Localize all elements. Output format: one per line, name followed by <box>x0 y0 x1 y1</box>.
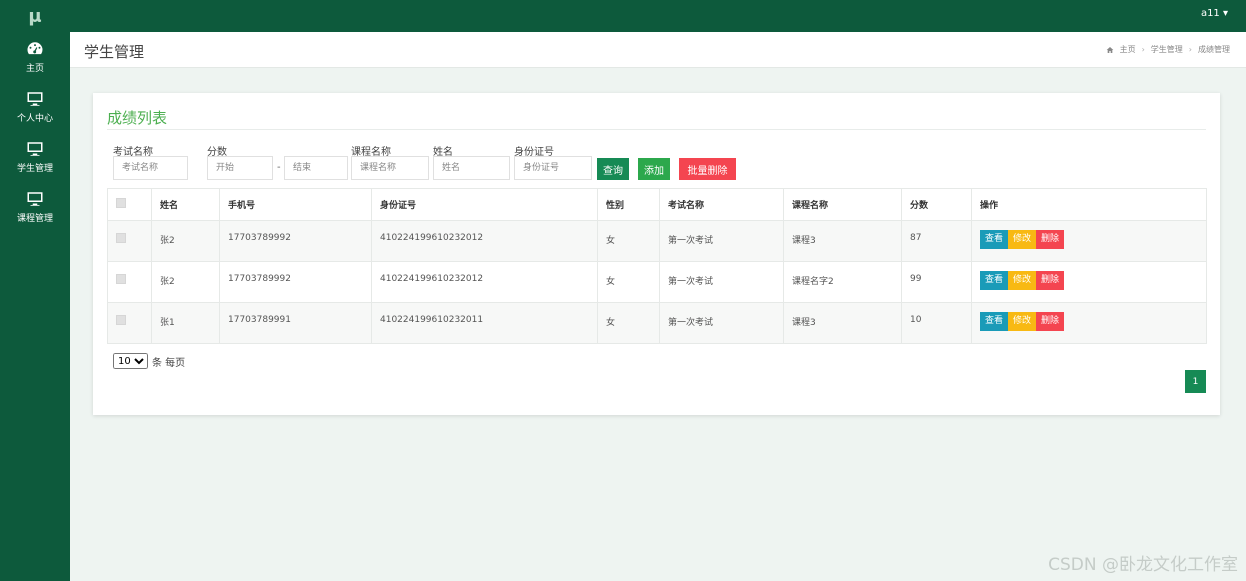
sidebar-item-courses[interactable]: 课程管理 <box>0 182 70 232</box>
id-card-cell: 410224199610232012 <box>371 261 598 303</box>
monitor-icon <box>27 92 43 106</box>
id-card-cell: 410224199610232012 <box>371 220 598 262</box>
monitor-icon <box>27 142 43 156</box>
row-checkbox[interactable] <box>116 274 126 284</box>
edit-button[interactable]: 修改 <box>1008 230 1037 249</box>
gender-cell: 女 <box>597 261 660 303</box>
view-button[interactable]: 查看 <box>980 230 1009 249</box>
score-cell: 99 <box>901 261 972 303</box>
table-row: 张2 17703789992 410224199610232012 女 第一次考… <box>107 261 1207 303</box>
page-size-suffix: 条 每页 <box>152 357 186 369</box>
id-card-input[interactable] <box>514 156 592 180</box>
sidebar-item-label: 课程管理 <box>16 214 53 224</box>
actions-cell: 查看 修改 删除 <box>971 302 1207 344</box>
phone-cell: 17703789992 <box>219 261 372 303</box>
sidebar-item-profile[interactable]: 个人中心 <box>0 82 70 132</box>
sidebar-item-label: 学生管理 <box>16 164 53 174</box>
dashboard-icon <box>27 42 43 55</box>
name-cell: 张1 <box>151 302 220 344</box>
sidebar-item-students[interactable]: 学生管理 <box>0 132 70 182</box>
select-all-cell <box>107 188 152 221</box>
row-select-cell <box>107 220 152 262</box>
column-header: 操作 <box>971 188 1207 221</box>
delete-button[interactable]: 删除 <box>1036 230 1065 249</box>
actions-cell: 查看 修改 删除 <box>971 261 1207 303</box>
gender-cell: 女 <box>597 220 660 262</box>
phone-cell: 17703789992 <box>219 220 372 262</box>
row-select-cell <box>107 302 152 344</box>
column-header: 课程名称 <box>783 188 902 221</box>
sidebar: μ 主页 个人中心 学生管理 课程管理 <box>0 0 70 581</box>
score-start-input[interactable] <box>207 156 273 180</box>
page-size-select[interactable]: 10 <box>113 353 148 369</box>
score-range-dash: - <box>277 162 281 173</box>
edit-button[interactable]: 修改 <box>1008 271 1037 290</box>
select-all-checkbox[interactable] <box>116 198 126 208</box>
breadcrumb-students[interactable]: 学生管理 <box>1151 44 1183 55</box>
exam-name-input[interactable] <box>113 156 188 180</box>
table-row: 张2 17703789992 410224199610232012 女 第一次考… <box>107 220 1207 262</box>
name-cell: 张2 <box>151 220 220 262</box>
exam-cell: 第一次考试 <box>659 261 784 303</box>
phone-cell: 17703789991 <box>219 302 372 344</box>
table-header-row: 姓名 手机号 身份证号 性别 考试名称 课程名称 分数 操作 <box>107 188 1207 221</box>
add-button[interactable]: 添加 <box>638 158 670 180</box>
column-header: 分数 <box>901 188 972 221</box>
gender-cell: 女 <box>597 302 660 344</box>
breadcrumb-scores: 成绩管理 <box>1198 45 1230 54</box>
column-header: 考试名称 <box>659 188 784 221</box>
query-button[interactable]: 查询 <box>597 158 629 180</box>
page-title: 学生管理 <box>84 43 145 61</box>
exam-cell: 第一次考试 <box>659 220 784 262</box>
page-number-button[interactable]: 1 <box>1185 370 1206 393</box>
score-table: 姓名 手机号 身份证号 性别 考试名称 课程名称 分数 操作 张2 177037… <box>107 188 1207 344</box>
exam-cell: 第一次考试 <box>659 302 784 344</box>
delete-button[interactable]: 删除 <box>1036 312 1065 331</box>
sidebar-item-label: 主页 <box>25 64 44 74</box>
page-header: 学生管理 主页 › 学生管理 › 成绩管理 <box>70 32 1246 68</box>
view-button[interactable]: 查看 <box>980 271 1009 290</box>
breadcrumb-home[interactable]: 主页 <box>1120 44 1136 55</box>
id-card-cell: 410224199610232011 <box>371 302 598 344</box>
edit-button[interactable]: 修改 <box>1008 312 1037 331</box>
row-select-cell <box>107 261 152 303</box>
home-icon <box>1106 46 1113 53</box>
topbar: a11 ▾ <box>70 0 1246 32</box>
divider <box>107 129 1206 130</box>
delete-button[interactable]: 删除 <box>1036 271 1065 290</box>
actions-cell: 查看 修改 删除 <box>971 220 1207 262</box>
panel-title: 成绩列表 <box>107 109 168 127</box>
column-header: 姓名 <box>151 188 220 221</box>
course-cell: 课程3 <box>783 302 902 344</box>
name-cell: 张2 <box>151 261 220 303</box>
score-cell: 87 <box>901 220 972 262</box>
sidebar-item-home[interactable]: 主页 <box>0 32 70 82</box>
column-header: 手机号 <box>219 188 372 221</box>
watermark: CSDN @卧龙文化工作室 <box>1048 555 1238 575</box>
course-cell: 课程名字2 <box>783 261 902 303</box>
breadcrumb-separator: › <box>1188 45 1192 54</box>
page-size-control: 10 条 每页 <box>113 353 185 369</box>
score-end-input[interactable] <box>284 156 348 180</box>
course-cell: 课程3 <box>783 220 902 262</box>
row-checkbox[interactable] <box>116 315 126 325</box>
score-list-panel: 成绩列表 考试名称 分数 - 课程名称 姓名 身份证号 查询 添加 批量删除 姓… <box>93 93 1220 415</box>
app-logo: μ <box>28 5 42 27</box>
student-name-input[interactable] <box>433 156 510 180</box>
batch-delete-button[interactable]: 批量删除 <box>679 158 736 180</box>
course-name-input[interactable] <box>351 156 429 180</box>
breadcrumb-separator: › <box>1141 45 1145 54</box>
monitor-icon <box>27 192 43 206</box>
column-header: 性别 <box>597 188 660 221</box>
table-row: 张1 17703789991 410224199610232011 女 第一次考… <box>107 302 1207 344</box>
breadcrumb: 主页 › 学生管理 › 成绩管理 <box>1106 44 1230 55</box>
user-menu[interactable]: a11 ▾ <box>1201 8 1228 19</box>
column-header: 身份证号 <box>371 188 598 221</box>
score-cell: 10 <box>901 302 972 344</box>
row-checkbox[interactable] <box>116 233 126 243</box>
sidebar-item-label: 个人中心 <box>16 114 53 124</box>
view-button[interactable]: 查看 <box>980 312 1009 331</box>
